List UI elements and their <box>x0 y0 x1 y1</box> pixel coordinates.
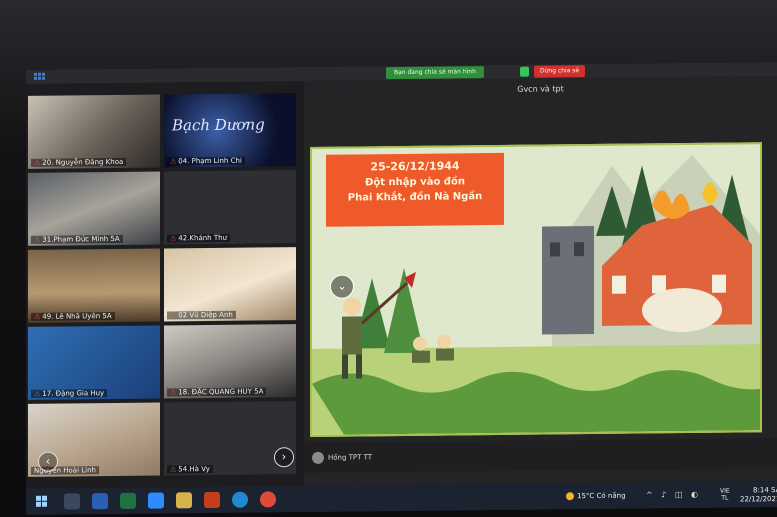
muted-mic-icon: ⚠ <box>170 311 177 320</box>
task-view-icon[interactable] <box>64 493 80 510</box>
taskbar-clock[interactable]: 8:14 SA 22/12/2021 <box>740 486 777 504</box>
chrome-browser-icon[interactable] <box>260 491 276 508</box>
weather-text: 15°C Có nắng <box>577 491 626 501</box>
participant-name: 31.Phạm Đức Minh 5A <box>42 234 120 244</box>
participant-name: 17. Đặng Gia Huy <box>42 389 105 398</box>
excel-icon[interactable] <box>120 492 136 509</box>
participant-name: 02 Vũ Diệp Anh <box>178 310 233 320</box>
participant-tile[interactable]: ⚠ 20. Nguyễn Đăng Khoa <box>28 94 160 169</box>
grid-view-icon[interactable] <box>34 72 45 81</box>
participant-name: 04. Phạm Linh Chi <box>178 156 242 166</box>
participant-tile[interactable]: ⚠ 02 Vũ Diệp Anh <box>164 247 296 322</box>
participant-name: 54.Hà Vy <box>178 465 210 474</box>
shield-icon <box>520 66 529 77</box>
avatar <box>312 451 324 464</box>
background-caption: Bạch Dương <box>172 115 265 135</box>
previous-page-button[interactable]: ‹ <box>38 451 58 472</box>
muted-mic-icon: ⚠ <box>34 389 41 398</box>
word-icon[interactable] <box>92 493 108 510</box>
file-explorer-icon[interactable] <box>176 492 192 509</box>
muted-mic-icon: ⚠ <box>34 235 41 244</box>
slide-title-line-2: Phai Khắt, đồn Nà Ngần <box>347 191 483 204</box>
edge-browser-icon[interactable] <box>232 491 248 508</box>
participant-gallery: ⚠ 20. Nguyễn Đăng Khoa Bạch Dương ⚠ 04. Ph… <box>28 93 302 477</box>
slide-title-line-1: Đột nhập vào đồn <box>365 176 465 189</box>
shared-screen-area: Gvcn và tpt 25-26/12/1944 Đột nhập vào đ… <box>304 76 777 487</box>
stop-share-button[interactable]: Dừng chia sẻ <box>534 65 586 78</box>
weather-widget[interactable]: 15°C Có nắng <box>566 492 626 501</box>
participant-tile[interactable]: ⚠ 31.Phạm Đức Minh 5A <box>28 171 160 246</box>
slide-date: 25-26/12/1944 <box>370 159 460 174</box>
participant-tile[interactable]: ⚠ 42.Khánh Thư <box>164 170 296 245</box>
language-indicator[interactable]: VIE TL <box>720 488 730 502</box>
chevron-left-icon: ‹ <box>45 454 51 468</box>
participant-tile[interactable]: ⚠ 17. Đặng Gia Huy <box>28 325 160 400</box>
zoom-app-icon[interactable] <box>148 492 164 509</box>
powerpoint-icon[interactable] <box>204 491 220 509</box>
participant-tile[interactable]: Bạch Dương ⚠ 04. Phạm Linh Chi <box>164 93 296 168</box>
next-page-button[interactable]: › <box>274 447 294 468</box>
shared-window-title: Gvcn và tpt <box>517 84 564 94</box>
participant-name: 49. Lê Nhã Uyên 5A <box>42 312 112 321</box>
sun-icon <box>566 492 574 501</box>
muted-mic-icon: ⚠ <box>170 388 177 397</box>
presenter-name: Hồng TPT TT <box>328 453 373 462</box>
presenter-info: Hồng TPT TT <box>312 451 372 464</box>
participant-name: 20. Nguyễn Đăng Khoa <box>42 157 124 167</box>
keyboard-code: TL <box>721 494 729 502</box>
muted-mic-icon: ⚠ <box>170 157 177 166</box>
muted-mic-icon: ⚠ <box>170 465 177 474</box>
slide-title-box: 25-26/12/1944 Đột nhập vào đồn Phai Khắt… <box>326 152 504 227</box>
participant-tile[interactable]: ⚠ 49. Lê Nhã Uyên 5A <box>28 248 160 323</box>
windows-start-icon[interactable] <box>36 495 48 508</box>
presenter-bar: Hồng TPT TT <box>304 438 777 474</box>
clock-date: 22/12/2021 <box>740 495 777 504</box>
participant-name: 18. ĐẶC QUANG HUY 5A <box>178 387 264 397</box>
presentation-slide: 25-26/12/1944 Đột nhập vào đồn Phai Khắt… <box>310 142 762 437</box>
system-tray-icons[interactable]: ^ ♪ ◫ ◐ <box>646 490 701 500</box>
participant-tile[interactable]: ⚠ 18. ĐẶC QUANG HUY 5A <box>164 324 296 399</box>
clock-time: 8:14 SA <box>753 486 777 495</box>
chevron-down-icon[interactable]: ⌄ <box>330 274 354 299</box>
screen: Bạn đang chia sẻ màn hình Dừng chia sẻ ⚠… <box>26 62 777 515</box>
chevron-right-icon: › <box>281 450 287 464</box>
muted-mic-icon: ⚠ <box>170 234 177 243</box>
muted-mic-icon: ⚠ <box>34 312 41 321</box>
participant-name: 42.Khánh Thư <box>178 233 227 243</box>
muted-mic-icon: ⚠ <box>34 158 41 167</box>
sharing-banner: Bạn đang chia sẻ màn hình <box>386 66 484 80</box>
